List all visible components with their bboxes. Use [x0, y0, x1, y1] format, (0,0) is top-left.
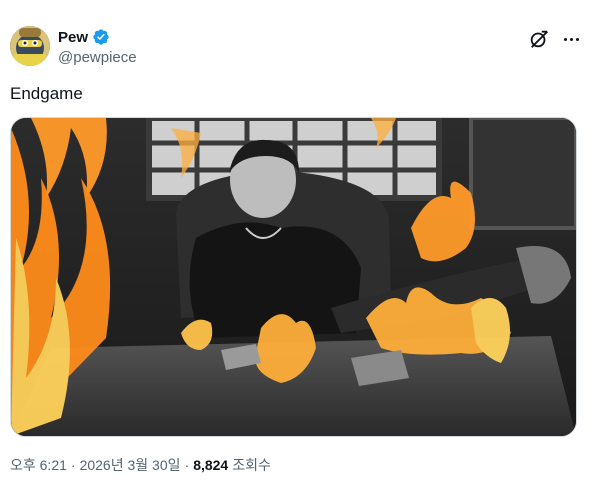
tweet-header: Pew @pewpiece	[10, 26, 590, 70]
avatar-illustration	[10, 26, 50, 66]
avatar[interactable]	[10, 26, 50, 66]
views-count: 8,824	[193, 457, 229, 473]
verified-badge-icon[interactable]	[92, 28, 110, 46]
display-name[interactable]: Pew	[58, 29, 88, 46]
tweet-meta: 오후 6:21 · 2026년 3월 30일 · 8,824 조회수	[10, 455, 271, 475]
handle[interactable]: @pewpiece	[58, 49, 137, 66]
more-icon[interactable]	[558, 28, 584, 50]
meta-separator-2: ·	[184, 457, 190, 473]
tweet-text: Endgame	[10, 84, 83, 103]
display-name-row[interactable]: Pew	[58, 27, 137, 47]
timestamp-time[interactable]: 오후 6:21	[10, 455, 67, 475]
views-label: 조회수	[232, 457, 271, 473]
timestamp-date[interactable]: 2026년 3월 30일	[80, 455, 181, 475]
tweet-media-image[interactable]	[10, 117, 577, 437]
author-names: Pew @pewpiece	[58, 27, 137, 67]
grok-icon[interactable]	[528, 28, 550, 50]
meta-separator: ·	[70, 457, 76, 473]
photo	[11, 118, 576, 436]
